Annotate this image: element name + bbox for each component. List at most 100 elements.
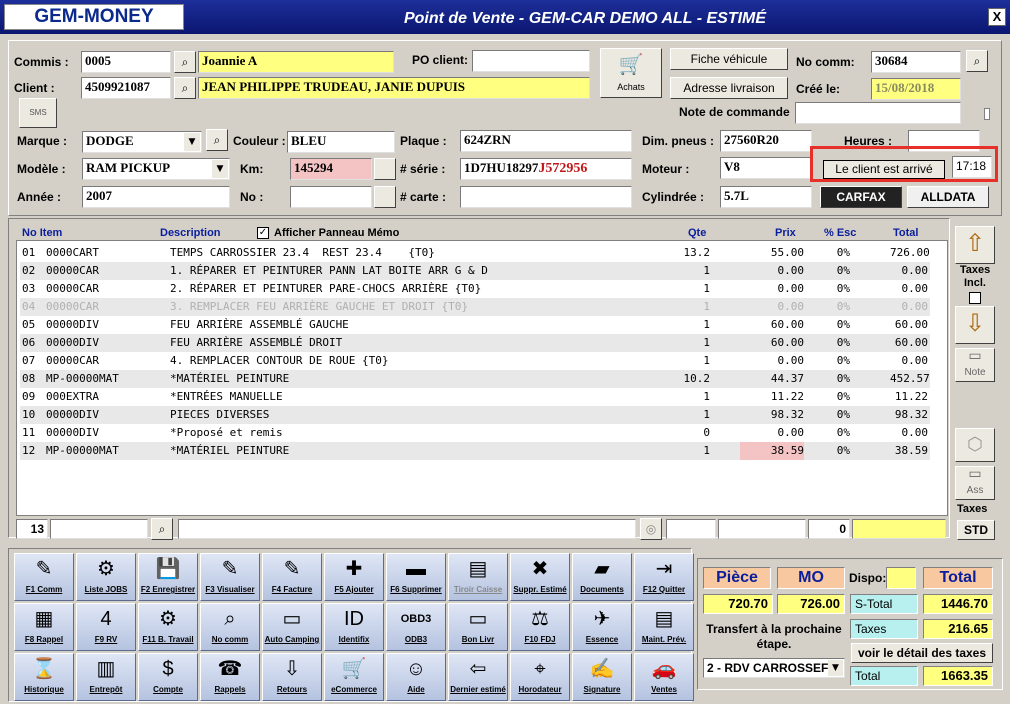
entry-prix-input[interactable] <box>718 519 806 539</box>
table-row[interactable]: 04 00000CAR 3. REMPLACER FEU ARRIÈRE GAUCH… <box>20 298 930 316</box>
ass-button[interactable]: ▭ Ass <box>955 466 995 500</box>
pneus-input[interactable]: 27560R20 <box>720 130 812 152</box>
entry-qty-field[interactable]: 0 <box>808 519 850 539</box>
fkey-button[interactable]: OBD3 ODB3 <box>386 603 446 651</box>
fkey-button[interactable]: 4 F9 RV <box>76 603 136 651</box>
fkey-icon: ⚙ <box>159 608 177 630</box>
fkey-button[interactable]: 🛒 eCommerce <box>324 653 384 701</box>
table-row[interactable]: 10 00000DIV PIECES DIVERSES 1 98.32 0% 98.32 <box>20 406 930 424</box>
no-edit-button[interactable] <box>374 186 396 208</box>
fkey-button[interactable]: ⚙ Liste JOBS <box>76 553 136 601</box>
entry-tire-button[interactable]: ◎ <box>640 518 662 540</box>
note-button[interactable]: ▭ Note <box>955 348 995 382</box>
memo-checkbox[interactable]: ✓ <box>257 227 269 239</box>
table-row[interactable]: 05 00000DIV FEU ARRIÈRE ASSEMBLÉ GAUCHE 1 60… <box>20 316 930 334</box>
no-comm-field[interactable]: 30684 <box>871 51 961 73</box>
table-row[interactable]: 12 MP-00000MAT *MATÉRIEL PEINTURE 1 38.59 0% 3… <box>20 442 930 460</box>
fiche-vehicule-button[interactable]: Fiche véhicule <box>670 48 788 70</box>
table-row[interactable]: 06 00000DIV FEU ARRIÈRE ASSEMBLÉ DROIT 1 60.… <box>20 334 930 352</box>
fkey-button[interactable]: ⌛ Historique <box>14 653 74 701</box>
sms-button[interactable]: SMS <box>19 98 57 128</box>
hexagon-button[interactable]: ⬡ <box>955 428 995 462</box>
fkey-button[interactable]: ▭ Auto Camping <box>262 603 322 651</box>
fkey-button[interactable]: ▤ Maint. Prév. <box>634 603 694 651</box>
fkey-button[interactable]: ⚖ F10 FDJ <box>510 603 570 651</box>
carfax-button[interactable]: CARFAX <box>820 186 902 208</box>
table-row[interactable]: 08 MP-00000MAT *MATÉRIEL PEINTURE 10.2 44.37… <box>20 370 930 388</box>
fkey-icon: ✎ <box>35 558 53 580</box>
annee-input[interactable]: 2007 <box>82 186 230 208</box>
table-row[interactable]: 01 0000CART TEMPS CARROSSIER 23.4 REST 23.… <box>20 244 930 262</box>
fkey-button[interactable]: ✎ F1 Comm <box>14 553 74 601</box>
marque-select[interactable]: DODGE ▼ <box>82 131 202 153</box>
fkey-button[interactable]: 🚗 Ventes <box>634 653 694 701</box>
close-button[interactable]: X <box>988 8 1006 26</box>
alldata-button[interactable]: ALLDATA <box>907 186 989 208</box>
km-edit-button[interactable] <box>374 158 396 180</box>
fkey-button[interactable]: ✖ Suppr. Estimé <box>510 553 570 601</box>
fkey-button[interactable]: ⇦ Dernier estimé <box>448 653 508 701</box>
fkey-button[interactable]: ☎ Rappels <box>200 653 260 701</box>
client-code-input[interactable]: 4509921087 <box>81 77 171 99</box>
moteur-input[interactable]: V8 <box>720 157 812 179</box>
no-input[interactable] <box>290 186 372 208</box>
cell-prix: 0.00 <box>777 354 805 367</box>
note-scroll-handle[interactable] <box>984 108 990 120</box>
move-up-button[interactable]: ⇧ <box>955 226 995 264</box>
fkey-icon: OBD3 <box>400 613 432 625</box>
table-row[interactable]: 07 00000CAR 4. REMPLACER CONTOUR DE ROUE {… <box>20 352 930 370</box>
entry-search-button[interactable]: ⌕ <box>151 518 173 540</box>
fkey-button[interactable]: ID Identifix <box>324 603 384 651</box>
fkey-button[interactable]: ⌕ No comm <box>200 603 260 651</box>
adresse-livraison-button[interactable]: Adresse livraison <box>670 77 788 99</box>
cell-esc: 0% <box>836 300 850 313</box>
fkey-button[interactable]: $ Compte <box>138 653 198 701</box>
move-down-button[interactable]: ⇩ <box>955 306 995 344</box>
fkey-button[interactable]: ▭ Bon Livr <box>448 603 508 651</box>
note-commande-input[interactable] <box>795 102 961 124</box>
fkey-button[interactable]: ⇥ F12 Quitter <box>634 553 694 601</box>
client-arrive-button[interactable]: Le client est arrivé <box>823 160 945 179</box>
carte-input[interactable] <box>460 186 632 208</box>
commis-search-button[interactable]: ⌕ <box>174 51 196 73</box>
fkey-button[interactable]: 💾 F2 Enregistrer <box>138 553 198 601</box>
modele-select[interactable]: RAM PICKUP ▼ <box>82 158 230 180</box>
table-row[interactable]: 11 00000DIV *Proposé et remis 0 0.00 0% 0.00 <box>20 424 930 442</box>
fkey-button[interactable]: ⇩ Retours <box>262 653 322 701</box>
entry-qte-input[interactable] <box>666 519 716 539</box>
fkey-button[interactable]: ✎ F3 Visualiser <box>200 553 260 601</box>
fkey-button[interactable]: ✎ F4 Facture <box>262 553 322 601</box>
detail-taxes-button[interactable]: voir le détail des taxes <box>851 643 993 663</box>
km-input[interactable]: 145294 <box>290 158 372 180</box>
taxes-incl-checkbox[interactable] <box>969 292 981 304</box>
fkey-button[interactable]: ✈ Essence <box>572 603 632 651</box>
commis-code-input[interactable]: 0005 <box>81 51 171 73</box>
entry-description-input[interactable] <box>178 519 636 539</box>
achats-button[interactable]: 🛒 Achats <box>600 48 662 98</box>
fkey-button[interactable]: ▥ Entrepôt <box>76 653 136 701</box>
table-row[interactable]: 03 00000CAR 2. RÉPARER ET PEINTURER PARE-C… <box>20 280 930 298</box>
fkey-button[interactable]: ⚙ F11 B. Travail <box>138 603 198 651</box>
table-row[interactable]: 02 00000CAR 1. RÉPARER ET PEINTURER PANN L… <box>20 262 930 280</box>
serie-input[interactable]: 1D7HU18297J572956 <box>460 158 632 180</box>
fkey-label: F3 Visualiser <box>205 585 255 594</box>
client-search-button[interactable]: ⌕ <box>174 77 196 99</box>
plaque-input[interactable]: 624ZRN <box>460 130 632 152</box>
cylindree-input[interactable]: 5.7L <box>720 186 812 208</box>
fkey-button[interactable]: ✚ F5 Ajouter <box>324 553 384 601</box>
marque-search-button[interactable]: ⌕ <box>206 129 228 151</box>
fkey-button[interactable]: ⌖ Horodateur <box>510 653 570 701</box>
fkey-button[interactable]: ▰ Documents <box>572 553 632 601</box>
fkey-button[interactable]: ▤ Tiroir Caisse <box>448 553 508 601</box>
po-client-input[interactable] <box>472 50 590 72</box>
fkey-button[interactable]: ✍ Signature <box>572 653 632 701</box>
stage-select[interactable]: 2 - RDV CARROSSEF ▼ <box>703 658 845 678</box>
fkey-button[interactable]: ▬ F6 Supprimer <box>386 553 446 601</box>
entry-item-input[interactable] <box>50 519 148 539</box>
couleur-input[interactable]: BLEU <box>287 131 395 153</box>
no-comm-search-button[interactable]: ⌕ <box>966 50 988 72</box>
fkey-button[interactable]: ☺ Aide <box>386 653 446 701</box>
fkey-button[interactable]: ▦ F8 Rappel <box>14 603 74 651</box>
std-button[interactable]: STD <box>957 520 995 540</box>
table-row[interactable]: 09 000EXTRA *ENTRÉES MANUELLE 1 11.22 0% 11.22 <box>20 388 930 406</box>
